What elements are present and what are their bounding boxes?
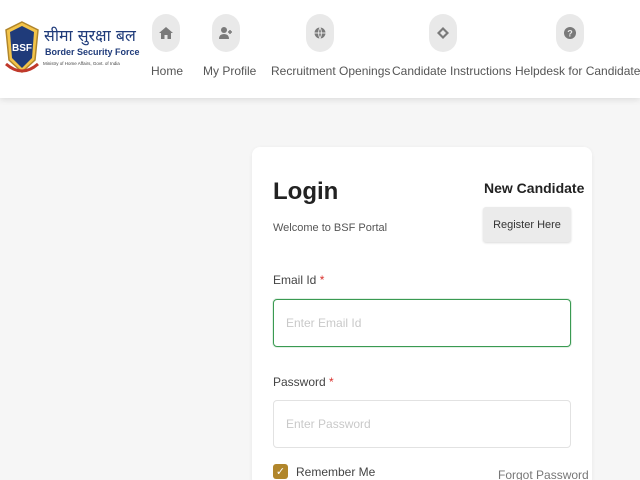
nav-candidate-instructions-label: Candidate Instructions bbox=[392, 64, 512, 78]
email-label: Email Id * bbox=[273, 273, 324, 287]
email-input[interactable] bbox=[273, 299, 571, 347]
nav-home[interactable]: Home bbox=[151, 14, 184, 84]
check-icon: ✓ bbox=[275, 466, 286, 478]
help-icon: ? bbox=[555, 14, 584, 52]
svg-text:?: ? bbox=[567, 29, 573, 39]
bsf-logo[interactable]: BSF सीमा सुरक्षा बल Border Security Forc… bbox=[2, 20, 140, 82]
nav-my-profile-label: My Profile bbox=[203, 64, 257, 78]
password-label: Password * bbox=[273, 375, 334, 389]
remember-me-label: Remember Me bbox=[296, 464, 376, 479]
emblem-text: BSF bbox=[12, 43, 32, 54]
bsf-emblem-icon: BSF bbox=[5, 21, 39, 74]
nav-home-label: Home bbox=[151, 64, 184, 78]
nav-recruitment-openings[interactable]: Recruitment Openings bbox=[271, 14, 391, 84]
nav-helpdesk[interactable]: ? Helpdesk for Candidates bbox=[515, 14, 640, 84]
remember-me-checkbox[interactable]: ✓ bbox=[273, 464, 288, 479]
nav-candidate-instructions[interactable]: Candidate Instructions bbox=[392, 14, 512, 84]
brand-subtitle: Ministry of Home Affairs, Govt. of India bbox=[43, 61, 120, 66]
login-card: Login Welcome to BSF Portal New Candidat… bbox=[252, 147, 592, 480]
home-icon bbox=[152, 14, 180, 52]
nav-helpdesk-label: Helpdesk for Candidates bbox=[515, 64, 640, 78]
forgot-password-link[interactable]: Forgot Password bbox=[498, 468, 589, 480]
password-required-mark: * bbox=[329, 375, 334, 389]
top-header: BSF सीमा सुरक्षा बल Border Security Forc… bbox=[0, 0, 640, 98]
email-required-mark: * bbox=[319, 273, 325, 287]
password-input[interactable] bbox=[273, 400, 571, 448]
brand-hindi-name: सीमा सुरक्षा बल bbox=[44, 26, 136, 45]
globe-icon bbox=[306, 14, 334, 52]
nav-my-profile[interactable]: My Profile bbox=[203, 14, 257, 84]
email-label-text: Email Id bbox=[273, 273, 317, 287]
user-plus-icon bbox=[212, 14, 240, 52]
register-button[interactable]: Register Here bbox=[483, 207, 571, 242]
login-title: Login bbox=[273, 178, 339, 205]
diamond-icon bbox=[428, 14, 457, 52]
remember-me[interactable]: ✓ Remember Me bbox=[273, 464, 375, 479]
password-label-text: Password bbox=[273, 375, 326, 389]
new-candidate-heading: New Candidate bbox=[484, 180, 585, 196]
welcome-text: Welcome to BSF Portal bbox=[273, 222, 388, 234]
nav-recruitment-openings-label: Recruitment Openings bbox=[271, 64, 391, 78]
brand-english-name: Border Security Force bbox=[45, 47, 140, 57]
